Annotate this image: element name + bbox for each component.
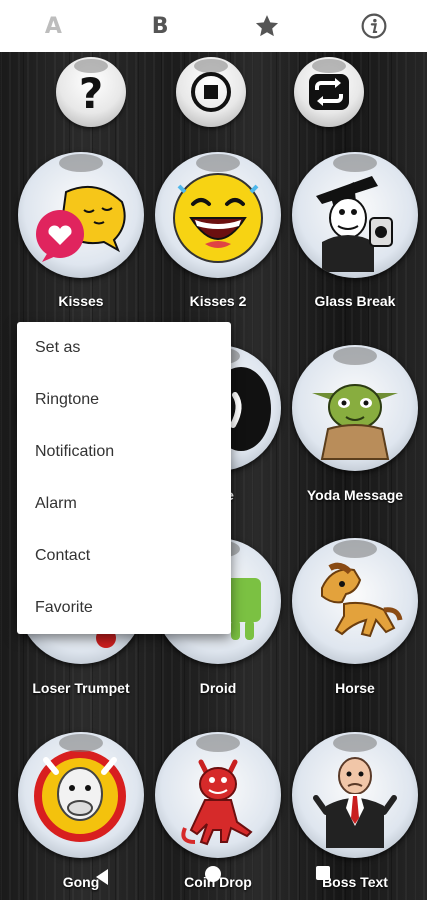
sound-button-horse[interactable] — [292, 538, 418, 664]
stop-button[interactable] — [176, 57, 246, 127]
bull-gong-icon — [34, 750, 126, 842]
top-tab-bar: A B — [0, 0, 427, 53]
menu-item-set-as[interactable]: Set as — [17, 322, 231, 374]
home-icon[interactable] — [205, 866, 221, 882]
sound-label-glass-break: Glass Break — [314, 293, 396, 309]
boss-icon — [313, 757, 397, 848]
menu-item-favorite[interactable]: Favorite — [17, 582, 231, 634]
sound-label-yoda-message: Yoda Message — [306, 487, 404, 503]
sound-label-kisses-2: Kisses 2 — [189, 293, 247, 309]
repeat-icon — [309, 74, 349, 110]
tab-a-label: A — [44, 13, 62, 39]
horse-icon — [321, 562, 403, 638]
tab-a[interactable]: A — [0, 0, 107, 52]
cartoon-man-glass-icon — [316, 176, 393, 272]
tab-info[interactable] — [320, 0, 427, 52]
tab-b[interactable]: B — [107, 0, 214, 52]
tab-b-label: B — [151, 13, 169, 39]
menu-item-ringtone[interactable]: Ringtone — [17, 374, 231, 426]
sound-button-yoda-message[interactable] — [292, 345, 418, 471]
devil-icon — [181, 759, 253, 846]
sound-button-kisses-2[interactable] — [155, 152, 281, 278]
context-menu: Set as Ringtone Notification Alarm Conta… — [17, 322, 231, 634]
help-icon: ? — [79, 70, 103, 114]
sound-button-gong[interactable] — [18, 732, 144, 858]
kissing-emoji-icon — [36, 185, 126, 262]
menu-item-alarm[interactable]: Alarm — [17, 478, 231, 530]
tab-favorites[interactable] — [214, 0, 321, 52]
sound-button-boss-text[interactable] — [292, 732, 418, 858]
menu-item-notification[interactable]: Notification — [17, 426, 231, 478]
sound-label-droid: Droid — [199, 680, 237, 696]
menu-item-contact[interactable]: Contact — [17, 530, 231, 582]
laughing-emoji-icon — [173, 173, 263, 263]
back-icon[interactable] — [94, 868, 110, 886]
info-icon — [361, 13, 387, 39]
yoda-icon — [312, 384, 398, 460]
recent-apps-icon[interactable] — [316, 866, 330, 880]
sound-button-coin-drop[interactable] — [155, 732, 281, 858]
stop-icon — [191, 72, 231, 112]
svg-text:?: ? — [79, 70, 103, 114]
sound-label-loser-trumpet: Loser Trumpet — [32, 680, 130, 696]
sound-button-kisses[interactable] — [18, 152, 144, 278]
sound-label-kisses: Kisses — [58, 293, 104, 309]
sound-button-glass-break[interactable] — [292, 152, 418, 278]
repeat-button[interactable] — [294, 57, 364, 127]
system-navigation-bar — [0, 860, 427, 900]
star-icon — [255, 15, 278, 37]
sound-label-horse: Horse — [335, 680, 375, 696]
help-button[interactable]: ? — [56, 57, 126, 127]
